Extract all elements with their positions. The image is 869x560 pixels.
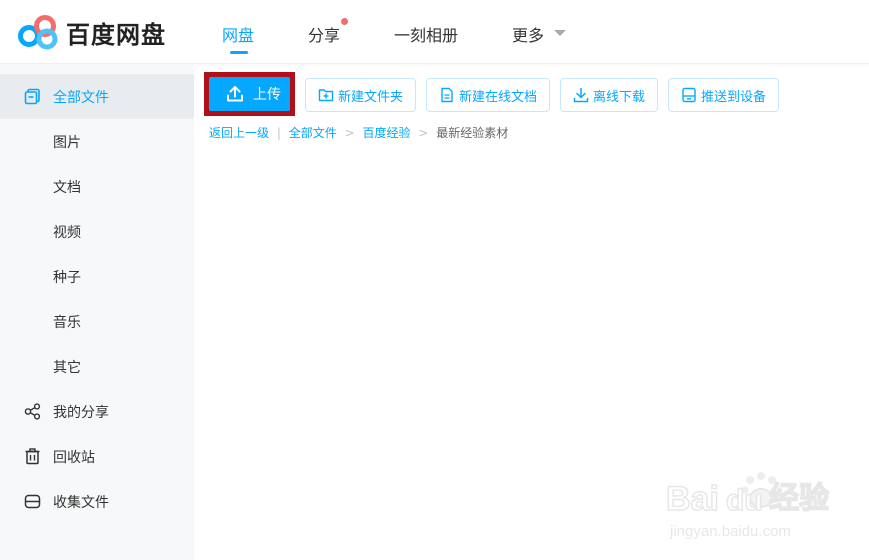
trash-icon xyxy=(25,448,40,465)
folder-icon xyxy=(24,88,40,105)
sidebar-item-label: 回收站 xyxy=(53,450,95,466)
download-icon xyxy=(573,87,589,103)
new-folder-label: 新建文件夹 xyxy=(338,89,404,105)
push-to-device-button[interactable]: 推送到设备 xyxy=(668,78,779,112)
upload-button[interactable]: 上传 xyxy=(209,77,290,111)
nav-tab-label: 一刻相册 xyxy=(394,26,459,45)
top-header: 百度网盘 网盘 分享 一刻相册 更多 xyxy=(0,0,869,64)
baidu-netdisk-logo[interactable]: 百度网盘 xyxy=(18,14,166,50)
upload-icon xyxy=(227,86,243,102)
sidebar-item-recycle-bin[interactable]: 回收站 xyxy=(0,434,194,479)
nav-tab-share[interactable]: 分享 xyxy=(308,18,349,46)
sidebar-item-my-shares[interactable]: 我的分享 xyxy=(0,389,194,434)
nav-tab-more[interactable]: 更多 xyxy=(512,22,566,46)
svg-text:Bai: Bai xyxy=(666,480,719,518)
caret-down-icon xyxy=(554,30,566,36)
share-icon xyxy=(24,403,41,420)
svg-text:经验: 经验 xyxy=(769,481,829,516)
breadcrumb-separator: > xyxy=(344,126,355,140)
offline-download-button[interactable]: 离线下载 xyxy=(560,78,658,112)
nav-tab-label: 更多 xyxy=(512,26,545,45)
push-to-device-label: 推送到设备 xyxy=(701,89,767,105)
sidebar-item-other[interactable]: 其它 xyxy=(0,344,194,389)
sidebar-item-images[interactable]: 图片 xyxy=(0,119,194,164)
sidebar-item-label: 音乐 xyxy=(53,315,81,331)
sidebar-item-label: 全部文件 xyxy=(53,90,109,106)
sidebar-item-all-files[interactable]: 全部文件 xyxy=(0,74,194,119)
new-online-doc-label: 新建在线文档 xyxy=(459,89,538,105)
offline-download-label: 离线下载 xyxy=(593,89,646,105)
new-folder-icon xyxy=(318,89,334,102)
active-tab-indicator xyxy=(230,51,248,54)
upload-label: 上传 xyxy=(253,87,281,103)
nav-tab-netdisk[interactable]: 网盘 xyxy=(222,22,255,54)
sidebar-item-label: 我的分享 xyxy=(53,405,109,421)
logo-text: 百度网盘 xyxy=(66,20,166,49)
sidebar-item-label: 种子 xyxy=(53,270,81,286)
sidebar-item-label: 收集文件 xyxy=(53,495,109,511)
sidebar-item-label: 其它 xyxy=(53,360,81,376)
breadcrumb-link-all-files[interactable]: 全部文件 xyxy=(289,126,337,140)
document-icon xyxy=(441,87,453,103)
breadcrumb-back-link[interactable]: 返回上一级 xyxy=(209,126,269,140)
breadcrumb: 返回上一级 | 全部文件 > 百度经验 > 最新经验素材 xyxy=(209,124,508,141)
nav-tab-label: 分享 xyxy=(308,26,341,45)
sidebar-item-videos[interactable]: 视频 xyxy=(0,209,194,254)
notification-dot xyxy=(341,18,349,25)
svg-text:jingyan.baidu.com: jingyan.baidu.com xyxy=(669,523,791,540)
nav-tab-album[interactable]: 一刻相册 xyxy=(394,22,458,46)
sidebar-item-collect-files[interactable]: 收集文件 xyxy=(0,479,194,524)
baidu-jingyan-watermark: Bai du 经验 jingyan.baidu.com xyxy=(665,472,830,540)
breadcrumb-current: 最新经验素材 xyxy=(436,126,509,140)
device-icon xyxy=(682,87,696,103)
sidebar-item-documents[interactable]: 文档 xyxy=(0,164,194,209)
sidebar-item-label: 文档 xyxy=(53,180,81,196)
nav-tab-label: 网盘 xyxy=(222,26,255,45)
collect-icon xyxy=(24,494,41,509)
logo-icon xyxy=(18,15,58,50)
svg-text:du: du xyxy=(726,484,763,517)
sidebar-item-label: 图片 xyxy=(53,135,81,151)
breadcrumb-divider: | xyxy=(276,126,281,140)
new-folder-button[interactable]: 新建文件夹 xyxy=(305,78,416,112)
breadcrumb-separator: > xyxy=(418,126,429,140)
sidebar-item-torrents[interactable]: 种子 xyxy=(0,254,194,299)
sidebar: 全部文件 图片 文档 视频 种子 音乐 其它 我的分享 回收站 收集文件 xyxy=(0,65,194,560)
upload-highlight-box: 上传 xyxy=(204,72,295,116)
new-online-doc-button[interactable]: 新建在线文档 xyxy=(426,78,550,112)
sidebar-item-label: 视频 xyxy=(53,225,81,241)
breadcrumb-link-baidu-jingyan[interactable]: 百度经验 xyxy=(362,126,410,140)
sidebar-item-music[interactable]: 音乐 xyxy=(0,299,194,344)
